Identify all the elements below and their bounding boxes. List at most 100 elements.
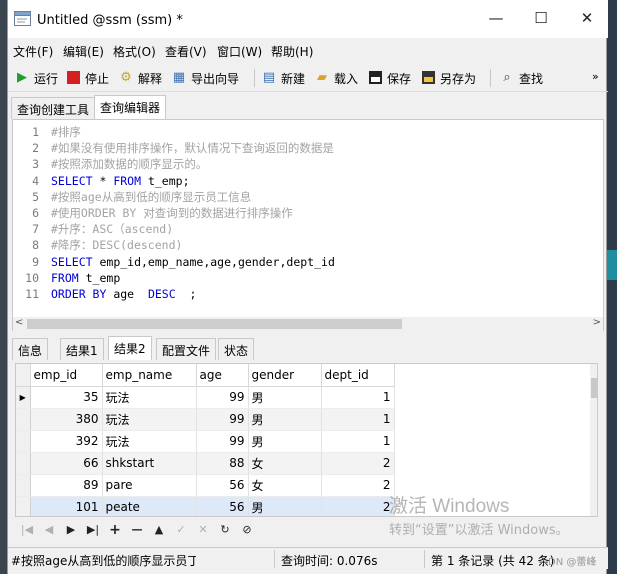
toolbar-overflow-button[interactable]: » bbox=[592, 66, 599, 86]
table-cell-emp_id[interactable]: 89 bbox=[30, 474, 103, 497]
scroll-left-icon[interactable]: < bbox=[15, 317, 23, 328]
table-cell-emp_name[interactable]: 玩法 bbox=[102, 386, 197, 409]
tab-query-editor[interactable]: 查询编辑器 bbox=[94, 95, 167, 119]
stop-button[interactable]: 停止 bbox=[65, 68, 109, 88]
menu-view[interactable]: 查看(V) bbox=[165, 43, 207, 60]
prev-record-icon[interactable]: ◀ bbox=[41, 522, 57, 538]
row-indicator[interactable] bbox=[16, 430, 31, 453]
code-line[interactable]: 2 #如果没有使用排序操作，默认情况下查询返回的数据是 bbox=[13, 140, 335, 156]
editor-horizontal-scrollbar[interactable]: < > bbox=[13, 317, 603, 331]
code-line[interactable]: 3 #按照添加数据的顺序显示的。 bbox=[13, 156, 335, 172]
code-line[interactable]: 11 ORDER BY age DESC ; bbox=[13, 286, 335, 302]
tab-profile[interactable]: 配置文件 bbox=[156, 338, 217, 360]
table-cell-emp_id[interactable]: 35 bbox=[30, 386, 103, 409]
table-row[interactable]: ▶ 35 玩法 99 男 1 bbox=[16, 386, 395, 409]
table-cell-age[interactable]: 56 bbox=[196, 496, 249, 516]
row-indicator[interactable] bbox=[16, 452, 31, 475]
tab-info[interactable]: 信息 bbox=[12, 338, 49, 360]
code-line[interactable]: 4 SELECT * FROM t_emp; bbox=[13, 173, 335, 189]
menu-window[interactable]: 窗口(W) bbox=[217, 43, 262, 60]
table-cell-age[interactable]: 88 bbox=[196, 452, 249, 475]
code-line[interactable]: 10 FROM t_emp bbox=[13, 270, 335, 286]
column-header[interactable]: emp_name bbox=[102, 364, 197, 387]
table-cell-emp_id[interactable]: 380 bbox=[30, 408, 103, 431]
last-record-icon[interactable]: ▶| bbox=[85, 522, 101, 538]
close-button[interactable]: ✕ bbox=[577, 8, 597, 28]
scrollbar-thumb[interactable] bbox=[27, 319, 402, 329]
table-cell-emp_name[interactable]: peate bbox=[102, 496, 197, 516]
table-cell-gender[interactable]: 女 bbox=[248, 452, 322, 475]
column-header[interactable]: gender bbox=[248, 364, 322, 387]
result-grid[interactable]: emp_id emp_name age gender dept_id ▶ 35 玩法… bbox=[15, 363, 598, 517]
move-up-icon[interactable]: ▲ bbox=[151, 522, 167, 538]
table-cell-dept_id[interactable]: 1 bbox=[321, 386, 395, 409]
run-button[interactable]: ▶ 运行 bbox=[14, 68, 58, 88]
menu-format[interactable]: 格式(O) bbox=[113, 43, 156, 60]
table-cell-gender[interactable]: 男 bbox=[248, 430, 322, 453]
row-indicator[interactable] bbox=[16, 408, 31, 431]
find-button[interactable]: ⌕ 查找 bbox=[499, 68, 543, 88]
table-cell-age[interactable]: 56 bbox=[196, 474, 249, 497]
scroll-right-icon[interactable]: > bbox=[593, 317, 601, 328]
code-line[interactable]: 6 #使用ORDER BY 对查询到的数据进行排序操作 bbox=[13, 205, 335, 221]
column-header[interactable]: age bbox=[196, 364, 249, 387]
table-cell-dept_id[interactable]: 1 bbox=[321, 430, 395, 453]
explain-button[interactable]: ⚙ 解释 bbox=[118, 68, 162, 88]
code-line[interactable]: 7 #升序：ASC（ascend) bbox=[13, 221, 335, 237]
tab-status[interactable]: 状态 bbox=[218, 338, 255, 360]
table-row[interactable]: 66 shkstart 88 女 2 bbox=[16, 452, 395, 475]
refresh-icon[interactable]: ↻ bbox=[217, 522, 233, 538]
table-cell-gender[interactable]: 男 bbox=[248, 386, 322, 409]
table-cell-emp_name[interactable]: 玩法 bbox=[102, 408, 197, 431]
menu-help[interactable]: 帮助(H) bbox=[271, 43, 313, 60]
table-cell-dept_id[interactable]: 2 bbox=[321, 474, 395, 497]
code-line[interactable]: 5 #按照age从高到低的顺序显示员工信息 bbox=[13, 189, 335, 205]
export-wizard-button[interactable]: ▦ 导出向导 bbox=[171, 68, 239, 88]
table-row[interactable]: 101 peate 56 男 2 bbox=[16, 496, 395, 516]
title-bar[interactable]: Untitled @ssm (ssm) * — ☐ ✕ bbox=[8, 0, 608, 38]
save-as-button[interactable]: 另存为 bbox=[420, 68, 476, 88]
table-row[interactable]: 89 pare 56 女 2 bbox=[16, 474, 395, 497]
row-indicator[interactable] bbox=[16, 474, 31, 497]
code-line[interactable]: 1 #排序 bbox=[13, 124, 335, 140]
table-cell-emp_name[interactable]: pare bbox=[102, 474, 197, 497]
table-row[interactable]: 380 玩法 99 男 1 bbox=[16, 408, 395, 431]
tab-result1[interactable]: 结果1 bbox=[60, 338, 104, 360]
table-cell-emp_id[interactable]: 101 bbox=[30, 496, 103, 516]
code-line[interactable]: 8 #降序：DESC(descend) bbox=[13, 237, 335, 253]
table-cell-gender[interactable]: 女 bbox=[248, 474, 322, 497]
first-record-icon[interactable]: |◀ bbox=[19, 522, 35, 538]
sql-editor[interactable]: 1 #排序 2 #如果没有使用排序操作，默认情况下查询返回的数据是 3 #按照添加数据的顺… bbox=[12, 119, 604, 331]
table-cell-emp_name[interactable]: 玩法 bbox=[102, 430, 197, 453]
column-header[interactable]: dept_id bbox=[321, 364, 395, 387]
table-cell-emp_name[interactable]: shkstart bbox=[102, 452, 197, 475]
table-cell-dept_id[interactable]: 2 bbox=[321, 496, 395, 516]
row-indicator[interactable] bbox=[16, 496, 31, 516]
table-row[interactable]: 392 玩法 99 男 1 bbox=[16, 430, 395, 453]
table-cell-dept_id[interactable]: 2 bbox=[321, 452, 395, 475]
new-button[interactable]: ▤ 新建 bbox=[261, 68, 305, 88]
table-cell-emp_id[interactable]: 66 bbox=[30, 452, 103, 475]
table-cell-gender[interactable]: 男 bbox=[248, 496, 322, 516]
apply-icon[interactable]: ✓ bbox=[173, 522, 189, 538]
minimize-button[interactable]: — bbox=[486, 8, 506, 28]
tab-result2[interactable]: 结果2 bbox=[108, 336, 152, 360]
table-cell-age[interactable]: 99 bbox=[196, 386, 249, 409]
maximize-button[interactable]: ☐ bbox=[531, 8, 551, 28]
add-record-icon[interactable]: + bbox=[107, 522, 123, 538]
menu-file[interactable]: 文件(F) bbox=[13, 43, 53, 60]
save-button[interactable]: 保存 bbox=[367, 68, 411, 88]
table-cell-gender[interactable]: 男 bbox=[248, 408, 322, 431]
scrollbar-thumb[interactable] bbox=[591, 378, 597, 398]
table-cell-dept_id[interactable]: 1 bbox=[321, 408, 395, 431]
next-record-icon[interactable]: ▶ bbox=[63, 522, 79, 538]
grid-vertical-scrollbar[interactable] bbox=[590, 364, 597, 516]
tab-query-builder[interactable]: 查询创建工具 bbox=[11, 97, 96, 119]
delete-record-icon[interactable]: — bbox=[129, 522, 145, 538]
code-line[interactable]: 9 SELECT emp_id,emp_name,age,gender,dept_… bbox=[13, 254, 335, 270]
table-cell-emp_id[interactable]: 392 bbox=[30, 430, 103, 453]
menu-edit[interactable]: 编辑(E) bbox=[63, 43, 104, 60]
stop-loading-icon[interactable]: ⊘ bbox=[239, 522, 255, 538]
load-button[interactable]: ▰ 载入 bbox=[314, 68, 358, 88]
column-header[interactable]: emp_id bbox=[30, 364, 103, 387]
